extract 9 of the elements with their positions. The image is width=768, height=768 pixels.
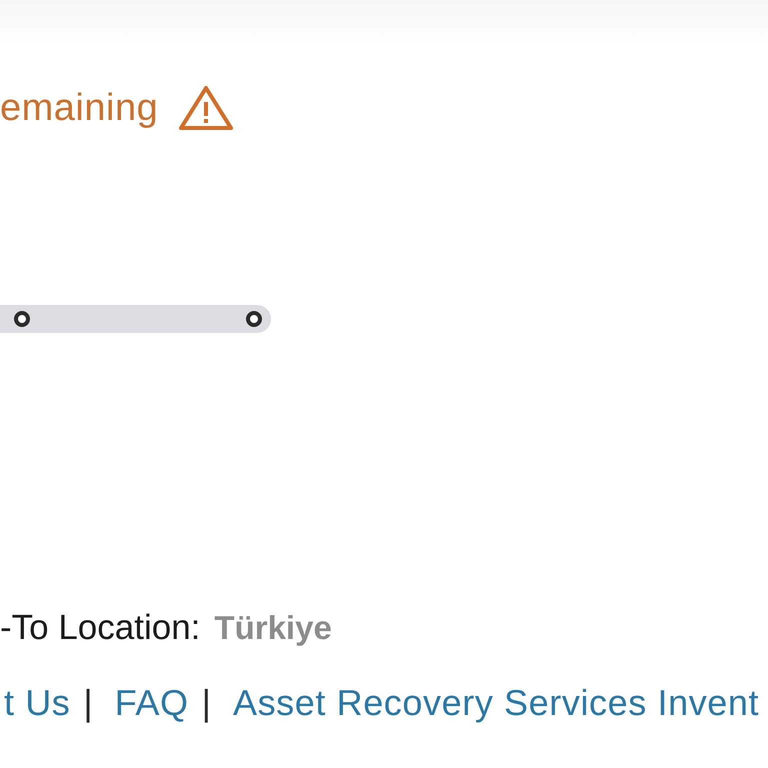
footer-link[interactable]: FAQ [114, 682, 189, 724]
link-separator: | [83, 682, 93, 724]
footer-link[interactable]: t Us [4, 682, 70, 724]
link-separator: | [202, 682, 211, 724]
ship-to-label: -To Location: [0, 608, 200, 648]
footer-link[interactable]: Asset Recovery Services Invent [232, 682, 760, 724]
warning-text: emaining [0, 86, 158, 130]
warning-icon [178, 85, 234, 131]
ship-to-value: Türkiye [214, 608, 332, 648]
